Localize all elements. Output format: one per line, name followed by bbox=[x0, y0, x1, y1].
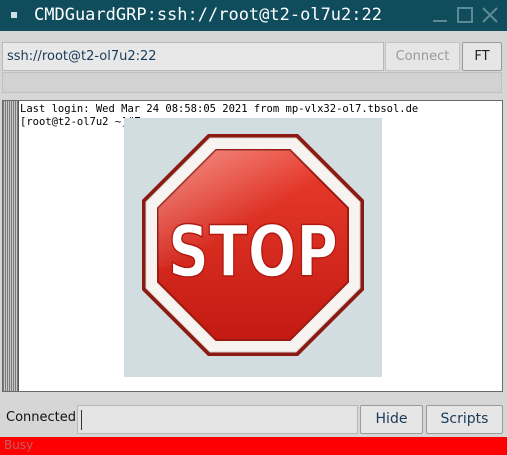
file-transfer-button[interactable]: FT bbox=[462, 42, 502, 71]
connect-button[interactable]: Connect bbox=[385, 42, 460, 71]
close-icon[interactable] bbox=[481, 6, 499, 24]
terminal-line-prompt: [root@t2-ol7u2 ~]# bbox=[20, 116, 134, 128]
bottom-bar: Connected Hide Scripts bbox=[0, 403, 507, 436]
maximize-icon[interactable] bbox=[456, 6, 474, 24]
stop-overlay: STOP bbox=[124, 118, 382, 377]
window-title: CMDGuardGRP:ssh://root@t2-ol7u2:22 bbox=[34, 5, 382, 25]
host-toolbar: ssh://root@t2-ol7u2:22 Connect FT bbox=[0, 42, 507, 72]
busy-indicator: Busy bbox=[0, 437, 507, 455]
app-icon[interactable] bbox=[11, 12, 17, 18]
hide-button[interactable]: Hide bbox=[360, 405, 423, 434]
toolbar-strip bbox=[2, 72, 502, 93]
command-input[interactable] bbox=[77, 405, 358, 434]
input-caret bbox=[81, 410, 82, 430]
scripts-button[interactable]: Scripts bbox=[426, 405, 503, 434]
stop-sign-text: STOP bbox=[168, 211, 338, 293]
terminal-line-login: Last login: Wed Mar 24 08:58:05 2021 fro… bbox=[20, 103, 419, 115]
minimize-icon[interactable] bbox=[431, 6, 449, 24]
terminal-scrollbar[interactable] bbox=[3, 101, 19, 391]
busy-label: Busy bbox=[4, 438, 34, 452]
host-url-field[interactable]: ssh://root@t2-ol7u2:22 bbox=[2, 42, 384, 71]
title-bar: CMDGuardGRP:ssh://root@t2-ol7u2:22 bbox=[0, 0, 507, 31]
stop-sign-icon: STOP bbox=[142, 134, 364, 356]
connection-status: Connected bbox=[6, 410, 77, 425]
